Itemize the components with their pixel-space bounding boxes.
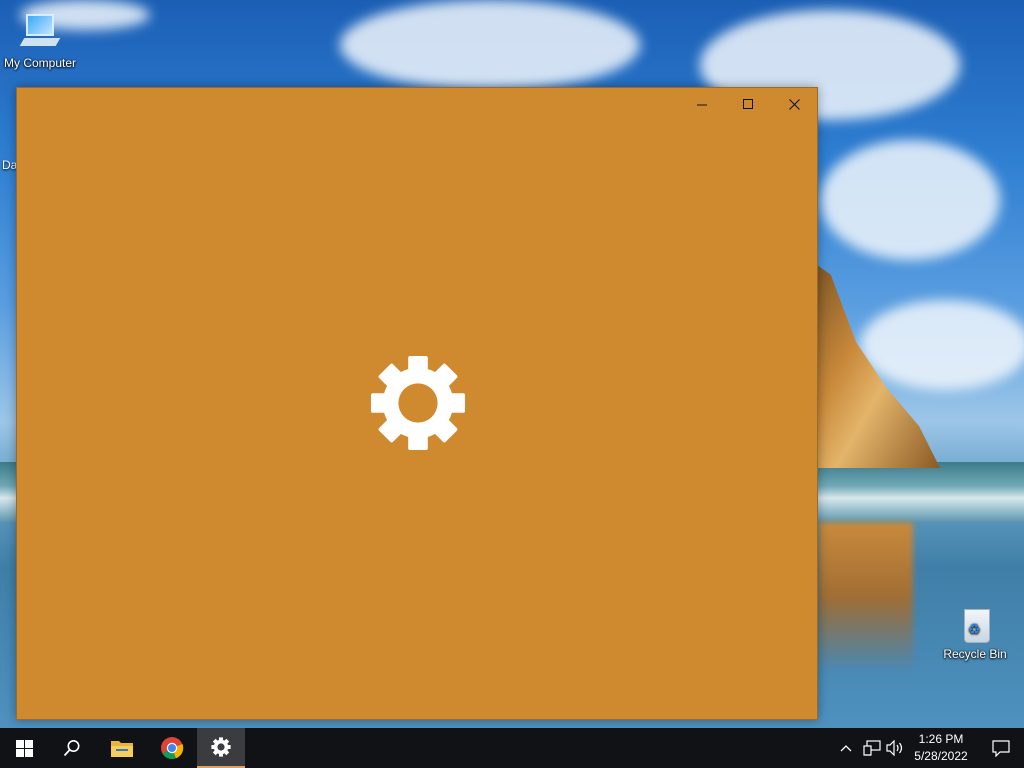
settings-window[interactable] <box>16 87 818 720</box>
network-icon <box>863 740 881 756</box>
action-center-button[interactable] <box>978 728 1024 768</box>
search-icon <box>63 740 80 757</box>
file-explorer-button[interactable] <box>98 728 146 768</box>
windows-logo-icon <box>15 739 33 757</box>
desktop-icon-recycle-bin[interactable]: ♻ Recycle Bin <box>935 603 1015 661</box>
volume-button[interactable] <box>884 728 906 768</box>
cloud <box>860 300 1024 390</box>
desktop-icon-my-computer[interactable]: My Computer <box>0 12 80 70</box>
cloud <box>820 140 1000 260</box>
taskbar-clock[interactable]: 1:26 PM 5/28/2022 <box>905 731 977 765</box>
start-button[interactable] <box>0 728 48 768</box>
search-button[interactable] <box>48 728 96 768</box>
desktop-icon-label: Recycle Bin <box>943 647 1007 661</box>
volume-icon <box>886 740 903 756</box>
chrome-icon <box>161 737 184 760</box>
show-hidden-icons-button[interactable] <box>836 728 856 768</box>
minimize-icon <box>696 104 707 105</box>
gear-icon <box>211 737 231 757</box>
minimize-button[interactable] <box>679 88 725 120</box>
close-button[interactable] <box>771 88 817 120</box>
computer-icon <box>19 12 61 52</box>
window-controls <box>679 88 817 120</box>
cliff-reflection <box>818 522 913 672</box>
recycle-bin-icon: ♻ <box>955 603 995 643</box>
chevron-up-icon <box>840 745 852 752</box>
maximize-button[interactable] <box>725 88 771 120</box>
desktop-icon-label: My Computer <box>3 56 77 70</box>
action-center-icon <box>992 739 1010 757</box>
settings-taskbar-button[interactable] <box>197 728 245 768</box>
chrome-button[interactable] <box>148 728 196 768</box>
cloud <box>340 0 640 90</box>
gear-icon <box>370 355 466 451</box>
close-icon <box>788 98 800 110</box>
maximize-icon <box>742 98 753 109</box>
clock-time: 1:26 PM <box>918 732 964 746</box>
folder-icon <box>111 741 133 757</box>
clock-date: 5/28/2022 <box>914 749 968 763</box>
network-button[interactable] <box>860 728 884 768</box>
taskbar: 1:26 PM 5/28/2022 <box>0 728 1024 768</box>
